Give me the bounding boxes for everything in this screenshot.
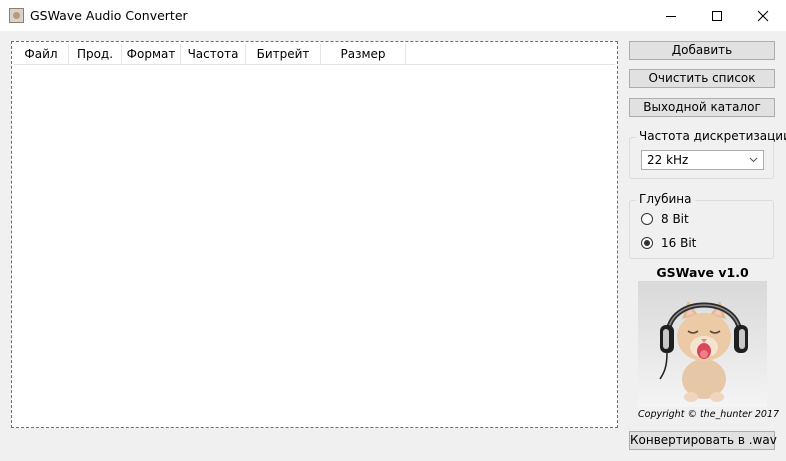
header-divider (14, 64, 615, 65)
chevron-down-icon (749, 157, 758, 163)
copyright-text: Copyright © the_hunter 2017 (638, 409, 780, 420)
list-header: Файл Прод. Формат Частота Битрейт Размер (14, 44, 406, 64)
bit-depth-group: Глубина 8 Bit 16 Bit (629, 192, 774, 259)
column-header-frequency[interactable]: Частота (181, 44, 246, 64)
sample-rate-value: 22 kHz (647, 153, 689, 167)
radio-16bit[interactable]: 16 Bit (641, 236, 696, 250)
close-icon (757, 10, 769, 21)
output-folder-button[interactable]: Выходной каталог (629, 98, 775, 117)
bit-depth-label: Глубина (636, 192, 695, 206)
radio-8bit-circle[interactable] (641, 213, 653, 225)
radio-16bit-circle[interactable] (641, 237, 653, 249)
app-icon (9, 8, 24, 23)
sample-rate-select[interactable]: 22 kHz (641, 150, 764, 170)
radio-8bit[interactable]: 8 Bit (641, 212, 689, 226)
clear-list-button[interactable]: Очистить список (629, 69, 775, 88)
maximize-icon (712, 10, 722, 21)
convert-wav-button[interactable]: Конвертировать в .wav (629, 431, 777, 450)
sample-rate-label: Частота дискретизации (636, 129, 786, 143)
title-bar[interactable]: GSWave Audio Converter (0, 0, 786, 31)
add-button[interactable]: Добавить (629, 41, 775, 60)
column-header-file[interactable]: Файл (14, 44, 69, 64)
column-header-bitrate[interactable]: Битрейт (246, 44, 321, 64)
radio-16bit-label: 16 Bit (661, 236, 697, 250)
sample-rate-group: Частота дискретизации 22 kHz (629, 129, 786, 179)
minimize-button[interactable] (648, 0, 694, 31)
column-header-duration[interactable]: Прод. (69, 44, 122, 64)
file-list[interactable]: Файл Прод. Формат Частота Битрейт Размер (11, 41, 618, 428)
column-header-size[interactable]: Размер (321, 44, 406, 64)
window-title: GSWave Audio Converter (30, 8, 188, 23)
version-label: GSWave v1.0 (656, 265, 749, 280)
kitten-headphones-image (638, 281, 767, 407)
close-button[interactable] (740, 0, 786, 31)
column-header-format[interactable]: Формат (122, 44, 181, 64)
maximize-button[interactable] (694, 0, 740, 31)
radio-8bit-label: 8 Bit (661, 212, 689, 226)
minimize-icon (666, 15, 676, 17)
